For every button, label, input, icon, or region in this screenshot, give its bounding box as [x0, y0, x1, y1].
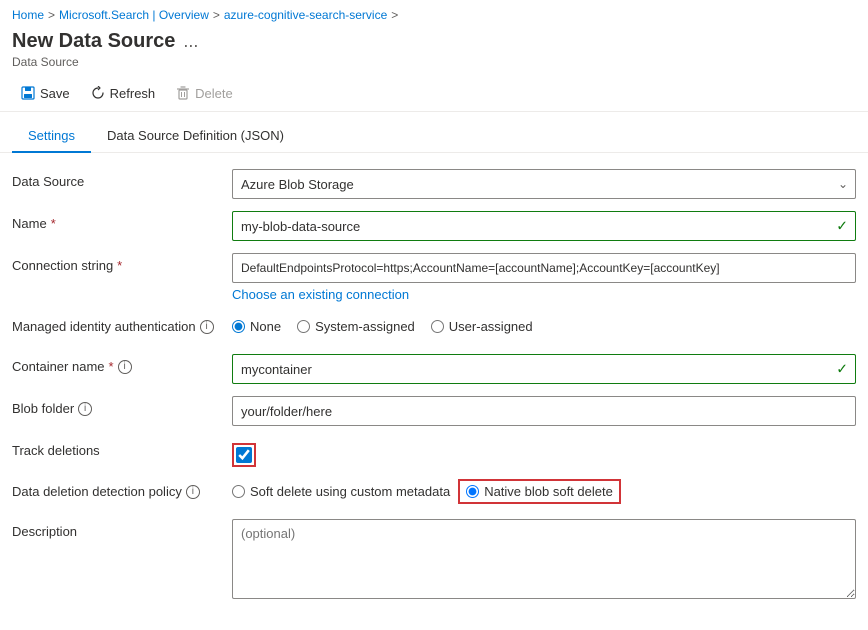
container-name-input[interactable] [232, 354, 856, 384]
name-row: Name * ✓ [12, 211, 856, 241]
delete-label: Delete [195, 86, 233, 101]
radio-user-assigned-input[interactable] [431, 320, 444, 333]
connection-string-field: Choose an existing connection [232, 253, 856, 302]
tabs: Settings Data Source Definition (JSON) [0, 120, 868, 153]
datasource-row: Data Source Azure Blob Storage ⌄ [12, 169, 856, 199]
track-deletions-label: Track deletions [12, 438, 232, 458]
description-row: Description [12, 519, 856, 602]
breadcrumb-service[interactable]: azure-cognitive-search-service [224, 8, 387, 22]
save-icon [20, 85, 36, 101]
managed-identity-info-icon[interactable]: i [200, 320, 214, 334]
refresh-icon [90, 85, 106, 101]
radio-none[interactable]: None [232, 319, 281, 334]
track-deletions-row: Track deletions [12, 438, 856, 467]
more-options-icon[interactable]: ... [183, 31, 198, 52]
container-name-row: Container name * i ✓ [12, 354, 856, 384]
description-textarea[interactable] [232, 519, 856, 599]
radio-user-assigned-label: User-assigned [449, 319, 533, 334]
radio-user-assigned[interactable]: User-assigned [431, 319, 533, 334]
page-title: New Data Source [12, 30, 175, 53]
connection-string-row: Connection string * Choose an existing c… [12, 253, 856, 302]
connection-string-input[interactable] [232, 253, 856, 283]
track-deletions-checkbox[interactable] [236, 447, 252, 463]
delete-button[interactable]: Delete [167, 81, 241, 105]
toolbar: Save Refresh Delete [0, 75, 868, 112]
datasource-field: Azure Blob Storage ⌄ [232, 169, 856, 199]
delete-icon [175, 85, 191, 101]
deletion-policy-info-icon[interactable]: i [186, 485, 200, 499]
breadcrumb-home[interactable]: Home [12, 8, 44, 22]
connection-string-label: Connection string * [12, 253, 232, 273]
radio-native-soft-delete[interactable]: Native blob soft delete [458, 479, 621, 504]
track-deletions-checkbox-highlight [232, 443, 256, 467]
radio-system-assigned-input[interactable] [297, 320, 310, 333]
radio-soft-delete[interactable]: Soft delete using custom metadata [232, 484, 450, 499]
deletion-policy-row: Data deletion detection policy i Soft de… [12, 479, 856, 507]
form-container: Data Source Azure Blob Storage ⌄ Name * … [0, 153, 868, 630]
name-label: Name * [12, 211, 232, 231]
choose-connection-link[interactable]: Choose an existing connection [232, 287, 856, 302]
managed-identity-row: Managed identity authentication i None S… [12, 314, 856, 342]
name-required-indicator: * [51, 216, 56, 231]
radio-native-soft-delete-label: Native blob soft delete [484, 484, 613, 499]
radio-none-input[interactable] [232, 320, 245, 333]
deletion-policy-field: Soft delete using custom metadata Native… [232, 479, 856, 504]
datasource-label: Data Source [12, 169, 232, 189]
datasource-select[interactable]: Azure Blob Storage [232, 169, 856, 199]
deletion-policy-radio-group: Soft delete using custom metadata Native… [232, 479, 856, 504]
tab-json[interactable]: Data Source Definition (JSON) [91, 120, 300, 153]
breadcrumb: Home > Microsoft.Search | Overview > azu… [0, 0, 868, 26]
description-label: Description [12, 519, 232, 539]
blob-folder-info-icon[interactable]: i [78, 402, 92, 416]
managed-identity-field: None System-assigned User-assigned [232, 314, 856, 334]
radio-soft-delete-input[interactable] [232, 485, 245, 498]
name-input[interactable] [232, 211, 856, 241]
blob-folder-input[interactable] [232, 396, 856, 426]
description-field [232, 519, 856, 602]
save-button[interactable]: Save [12, 81, 78, 105]
radio-system-assigned[interactable]: System-assigned [297, 319, 415, 334]
save-label: Save [40, 86, 70, 101]
managed-identity-radio-group: None System-assigned User-assigned [232, 314, 856, 334]
blob-folder-label: Blob folder i [12, 396, 232, 416]
container-required-indicator: * [109, 359, 114, 374]
name-field: ✓ [232, 211, 856, 241]
radio-system-assigned-label: System-assigned [315, 319, 415, 334]
valid-check-icon: ✓ [836, 218, 848, 235]
container-info-icon[interactable]: i [118, 360, 132, 374]
refresh-label: Refresh [110, 86, 156, 101]
blob-folder-field [232, 396, 856, 426]
radio-soft-delete-label: Soft delete using custom metadata [250, 484, 450, 499]
container-name-field: ✓ [232, 354, 856, 384]
managed-identity-label: Managed identity authentication i [12, 314, 232, 334]
tab-settings[interactable]: Settings [12, 120, 91, 153]
radio-none-label: None [250, 319, 281, 334]
breadcrumb-search[interactable]: Microsoft.Search | Overview [59, 8, 209, 22]
blob-folder-row: Blob folder i [12, 396, 856, 426]
page-subtitle: Data Source [0, 55, 868, 75]
deletion-policy-label: Data deletion detection policy i [12, 479, 232, 499]
track-deletions-field [232, 438, 856, 467]
container-name-label: Container name * i [12, 354, 232, 374]
radio-native-soft-delete-input[interactable] [466, 485, 479, 498]
page-header: New Data Source ... [0, 26, 868, 55]
connection-required-indicator: * [117, 258, 122, 273]
container-valid-check-icon: ✓ [836, 361, 848, 378]
refresh-button[interactable]: Refresh [82, 81, 164, 105]
